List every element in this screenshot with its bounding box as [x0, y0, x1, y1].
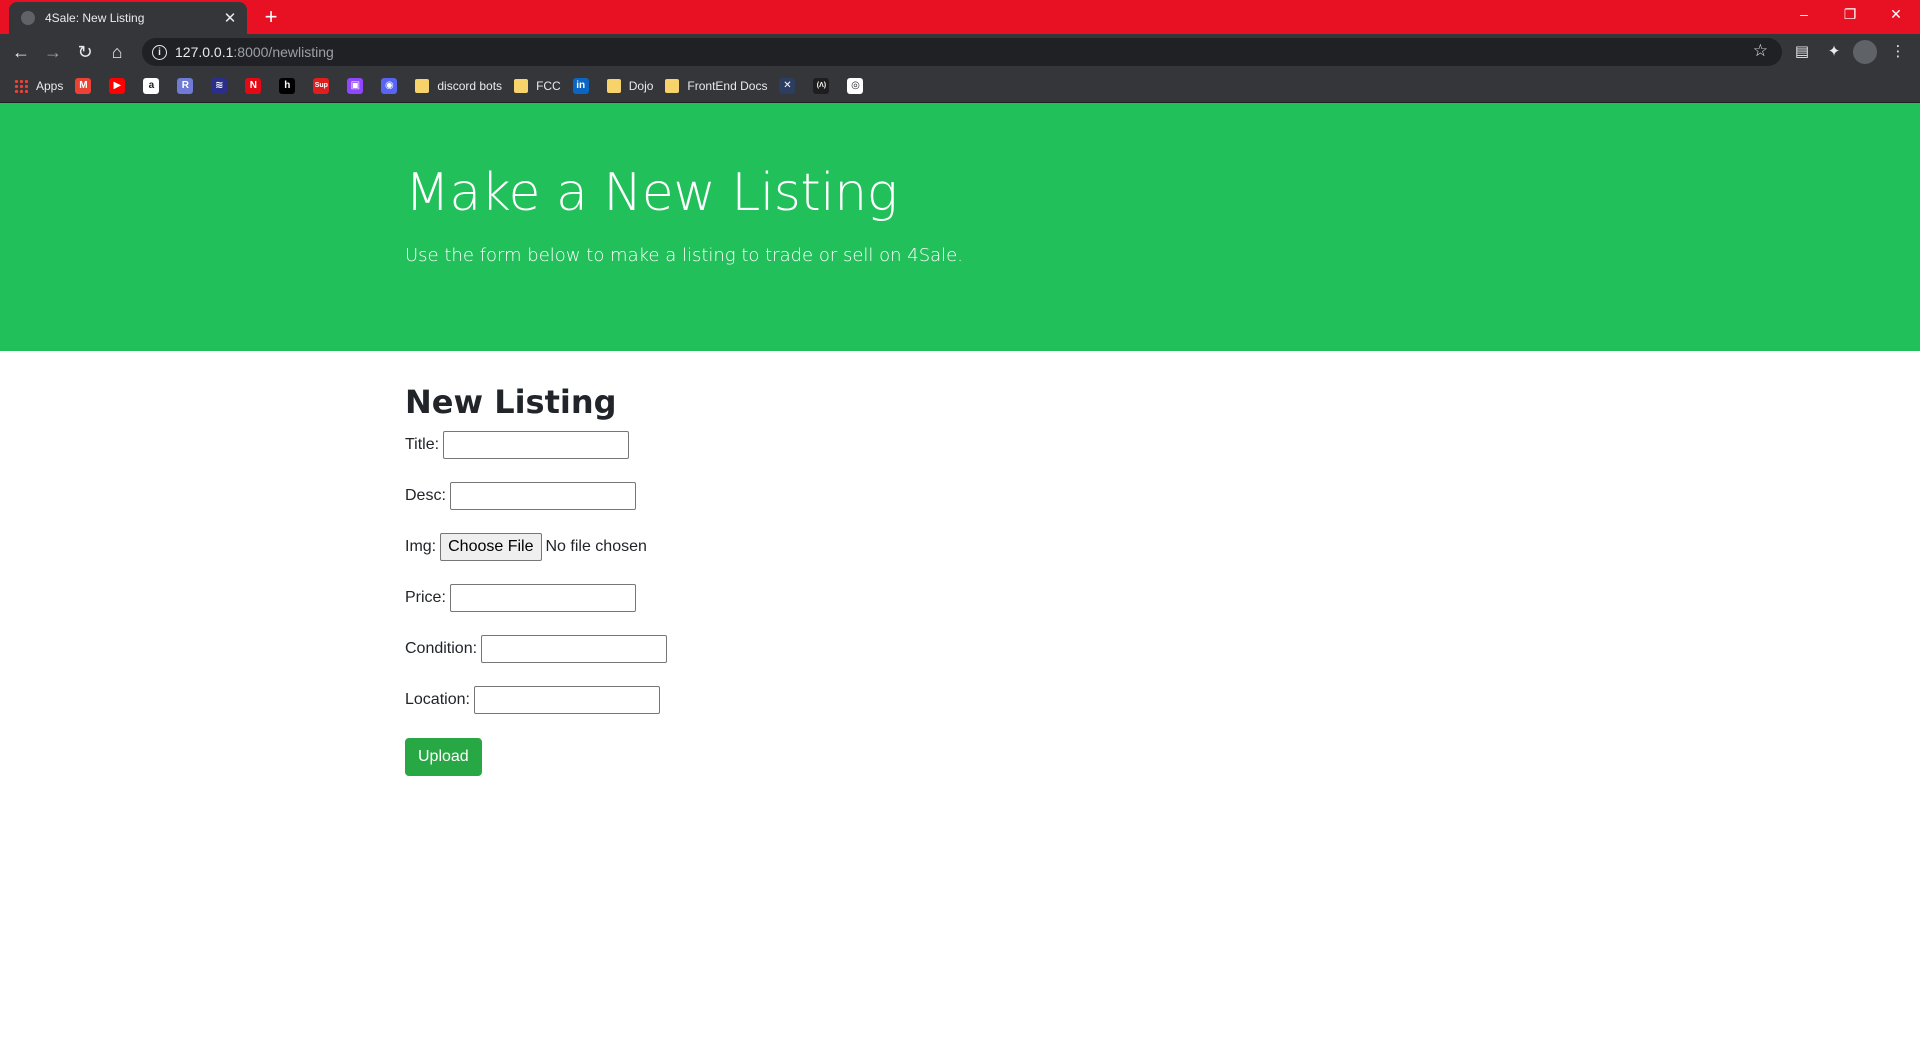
- bookmark-apps[interactable]: Apps: [14, 74, 63, 98]
- url-path: :8000/newlisting: [233, 44, 334, 60]
- hulu-icon: h: [279, 78, 296, 94]
- title-label: Title:: [405, 436, 440, 453]
- bookmark-discord-icon[interactable]: ◉: [381, 74, 403, 98]
- supreme-icon: Sup: [313, 78, 330, 94]
- title-input[interactable]: [443, 431, 630, 459]
- hero-banner: Make a New Listing Use the form below to…: [0, 103, 1920, 351]
- bookmark-amazon-icon[interactable]: a: [143, 74, 165, 98]
- bookmark-bookmark-icon-5[interactable]: ≋: [211, 74, 233, 98]
- tab-title: 4Sale: New Listing: [45, 11, 145, 25]
- browser-titlebar: 4Sale: New Listing ✕ + – ❐ ✕: [0, 0, 1920, 34]
- bookmark-discord-bots[interactable]: discord bots: [415, 74, 502, 98]
- menu-kebab-icon[interactable]: ⋮: [1886, 40, 1910, 64]
- upload-button[interactable]: Upload: [405, 738, 482, 776]
- desc-row: Desc:: [405, 480, 1005, 512]
- bookmark-icon-4: R: [177, 78, 194, 94]
- bookmark-label: discord bots: [437, 79, 503, 93]
- bookmark-fcc[interactable]: FCC: [514, 74, 561, 98]
- profile-avatar[interactable]: [1853, 40, 1877, 64]
- price-input[interactable]: [449, 584, 636, 612]
- desc-label: Desc:: [405, 487, 446, 504]
- bookmark-dojo[interactable]: Dojo: [606, 74, 654, 98]
- back-arrow-icon[interactable]: ←: [8, 39, 34, 65]
- url-host: 127.0.0.1: [175, 44, 234, 60]
- location-row: Location:: [405, 684, 1005, 716]
- youtube-icon: ▶: [109, 78, 126, 94]
- bookmark-hulu-icon[interactable]: h: [279, 74, 301, 98]
- bookmark-label: FCC: [536, 79, 561, 93]
- condition-label: Condition:: [405, 640, 478, 657]
- bookmark-netflix-icon[interactable]: N: [245, 74, 267, 98]
- minimize-button[interactable]: –: [1781, 0, 1827, 30]
- globe-icon: [21, 11, 35, 25]
- price-label: Price:: [405, 589, 446, 606]
- no-file-text: No file chosen: [545, 538, 647, 555]
- extension-icon[interactable]: ▤: [1790, 40, 1814, 64]
- page-subtitle: Use the form below to make a listing to …: [405, 245, 963, 266]
- bookmark-label: Apps: [36, 79, 64, 93]
- github-icon: ◎: [847, 78, 864, 94]
- bookmark-label: Dojo: [628, 79, 654, 93]
- condition-row: Condition:: [405, 633, 1005, 665]
- twitch-icon: ▣: [347, 78, 364, 94]
- bookmark-icon-5: ≋: [211, 78, 228, 94]
- restore-button[interactable]: ❐: [1827, 0, 1873, 30]
- bookmark-frontend-docs[interactable]: FrontEnd Docs: [665, 74, 767, 98]
- home-icon[interactable]: ⌂: [104, 39, 130, 65]
- bookmark-bookmark-icon-4[interactable]: R: [177, 74, 199, 98]
- bookmark-gmail-icon[interactable]: M: [75, 74, 97, 98]
- bookmark-linkedin-icon[interactable]: in: [572, 74, 595, 98]
- form-heading: New Listing: [405, 383, 617, 421]
- title-row: Title:: [405, 429, 1005, 461]
- address-bar[interactable]: i 127.0.0.1 :8000/newlisting ☆: [142, 38, 1782, 66]
- img-label: Img:: [405, 538, 437, 555]
- page-title: Make a New Listing: [405, 163, 898, 223]
- choose-file-button[interactable]: Choose File: [440, 533, 542, 561]
- bookmark-bookmark-icon-lambda[interactable]: (Λ): [813, 74, 835, 98]
- close-window-button[interactable]: ✕: [1873, 0, 1919, 30]
- linkedin-icon: in: [572, 78, 589, 94]
- folder-icon: [514, 79, 529, 93]
- bookmark-icon-lambda: (Λ): [813, 78, 830, 94]
- bookmark-github-icon[interactable]: ◎: [847, 74, 869, 98]
- desc-input[interactable]: [449, 482, 636, 510]
- img-row: Img: Choose File No file chosen: [405, 531, 1005, 563]
- location-input[interactable]: [473, 686, 660, 714]
- discord-icon: ◉: [381, 78, 398, 94]
- browser-tab[interactable]: 4Sale: New Listing ✕: [9, 2, 247, 34]
- folder-icon: [606, 79, 621, 93]
- bookmark-bookmark-icon-x[interactable]: ✕: [779, 74, 801, 98]
- new-tab-button[interactable]: +: [260, 4, 282, 30]
- forward-arrow-icon[interactable]: →: [40, 39, 66, 65]
- folder-icon: [415, 79, 430, 93]
- browser-toolbar: ← → ↻ ⌂ i 127.0.0.1 :8000/newlisting ☆ ▤…: [0, 34, 1920, 70]
- netflix-icon: N: [245, 78, 262, 94]
- amazon-icon: a: [143, 78, 160, 94]
- gmail-icon: M: [75, 78, 92, 94]
- price-row: Price:: [405, 582, 1005, 614]
- apps-grid-icon: [14, 79, 28, 93]
- bookmark-youtube-icon[interactable]: ▶: [109, 74, 131, 98]
- bookmark-twitch-icon[interactable]: ▣: [347, 74, 369, 98]
- folder-icon: [665, 79, 680, 93]
- condition-input[interactable]: [481, 635, 668, 663]
- bookmarks-bar: Apps M ▶ a R ≋ Nh Sup ▣ ◉ discord bots FCC in Dojo Fro…: [0, 70, 1920, 103]
- location-label: Location:: [405, 691, 470, 708]
- puzzle-extensions-icon[interactable]: ✦: [1822, 40, 1846, 64]
- tab-close-icon[interactable]: ✕: [219, 9, 241, 27]
- new-listing-form: New Listing Title: Desc: Img: Choose Fil…: [405, 383, 1005, 776]
- bookmark-star-icon[interactable]: ☆: [1753, 41, 1768, 61]
- reload-icon[interactable]: ↻: [72, 39, 98, 65]
- info-icon[interactable]: i: [152, 44, 167, 60]
- bookmark-supreme-icon[interactable]: Sup: [313, 74, 335, 98]
- bookmark-icon-x: ✕: [779, 78, 796, 94]
- bookmark-label: FrontEnd Docs: [687, 79, 768, 93]
